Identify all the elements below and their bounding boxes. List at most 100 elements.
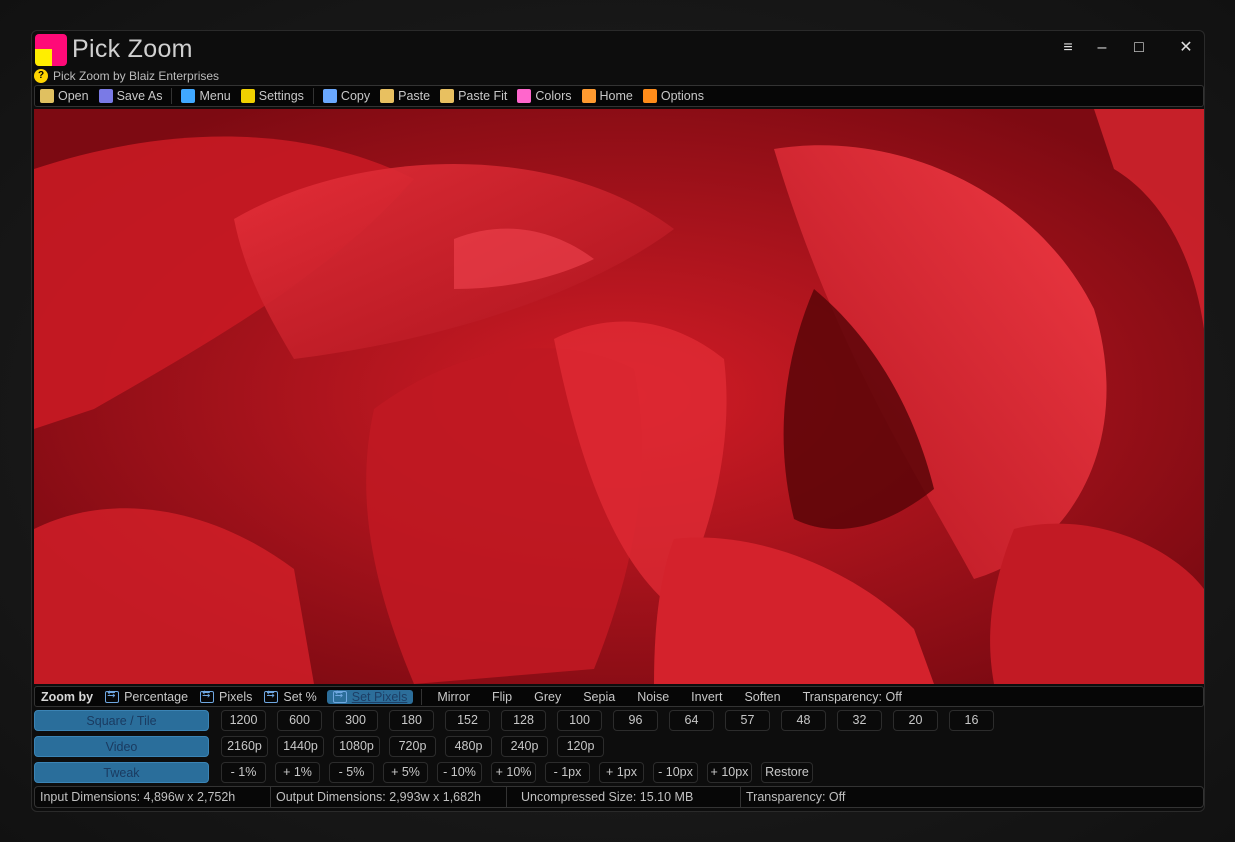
copy-label: Copy bbox=[340, 89, 371, 103]
tweak-label-button[interactable]: Tweak bbox=[34, 761, 209, 783]
main-toolbar: Open Save As Menu Settings Copy Paste Paste Fi… bbox=[34, 85, 1204, 107]
zoom-mode-label: Percentage bbox=[124, 689, 189, 704]
tweak-button[interactable]: - 5% bbox=[329, 761, 374, 783]
paste-icon bbox=[380, 89, 395, 103]
video-button[interactable]: 720p bbox=[389, 735, 436, 757]
colors-button[interactable]: Colors bbox=[512, 86, 576, 106]
square-tile-button[interactable]: 20 bbox=[893, 709, 938, 731]
square-tile-button[interactable]: 152 bbox=[445, 709, 490, 731]
tweak-button[interactable]: - 10% bbox=[437, 761, 482, 783]
effect-invert[interactable]: Invert bbox=[680, 690, 733, 704]
home-label: Home bbox=[599, 89, 633, 103]
uncompressed-size: Uncompressed Size: 15.10 MB bbox=[507, 787, 741, 807]
colors-label: Colors bbox=[535, 89, 572, 103]
square-tile-button[interactable]: 128 bbox=[501, 709, 546, 731]
square-tile-label-button[interactable]: Square / Tile bbox=[34, 709, 209, 731]
square-tile-button[interactable]: 180 bbox=[389, 709, 434, 731]
gear-icon bbox=[240, 89, 255, 103]
options-label: Options bbox=[660, 89, 704, 103]
options-icon bbox=[642, 89, 657, 103]
menu-label: Menu bbox=[199, 89, 231, 103]
swap-icon bbox=[105, 689, 120, 703]
tweak-button[interactable]: - 10px bbox=[653, 761, 698, 783]
window-menu-button[interactable]: ≡ bbox=[1052, 35, 1084, 61]
window-frame: Pick Zoom ≡ – □ ✕ ? Pick Zoom by Blaiz E… bbox=[0, 0, 1235, 842]
effect-noise[interactable]: Noise bbox=[626, 690, 680, 704]
video-label-button[interactable]: Video bbox=[34, 735, 209, 757]
square-tile-button[interactable]: 100 bbox=[557, 709, 602, 731]
effect-transparency-off[interactable]: Transparency: Off bbox=[792, 690, 913, 704]
zoom-mode-set-pixels[interactable]: Set Pixels bbox=[326, 689, 414, 704]
toolbar-separator bbox=[171, 88, 173, 104]
square-tile-button[interactable]: 1200 bbox=[221, 709, 266, 731]
tweak-button[interactable]: Restore bbox=[761, 761, 813, 783]
video-button[interactable]: 480p bbox=[445, 735, 492, 757]
minimize-button[interactable]: – bbox=[1086, 35, 1118, 61]
square-tile-button[interactable]: 57 bbox=[725, 709, 770, 731]
tweak-button[interactable]: - 1px bbox=[545, 761, 590, 783]
zoom-mode-percentage[interactable]: Percentage bbox=[99, 689, 194, 704]
copy-icon bbox=[322, 89, 337, 103]
transparency-status: Transparency: Off bbox=[746, 790, 846, 804]
video-button[interactable]: 2160p bbox=[221, 735, 268, 757]
tweak-button[interactable]: + 1px bbox=[599, 761, 644, 783]
zoom-mode-set-[interactable]: Set % bbox=[258, 689, 322, 704]
help-icon[interactable]: ? bbox=[34, 69, 48, 83]
square-tile-button[interactable]: 32 bbox=[837, 709, 882, 731]
effect-sepia[interactable]: Sepia bbox=[572, 690, 626, 704]
maximize-icon: □ bbox=[1134, 39, 1144, 56]
square-tile-button[interactable]: 96 bbox=[613, 709, 658, 731]
app-window: Pick Zoom ≡ – □ ✕ ? Pick Zoom by Blaiz E… bbox=[31, 30, 1205, 812]
save-as-button[interactable]: Save As bbox=[94, 86, 168, 106]
menu-icon bbox=[181, 89, 196, 103]
paste-button[interactable]: Paste bbox=[375, 86, 435, 106]
tweak-button[interactable]: + 10px bbox=[707, 761, 752, 783]
close-icon: ✕ bbox=[1179, 39, 1193, 56]
video-button[interactable]: 1080p bbox=[333, 735, 380, 757]
effect-mirror[interactable]: Mirror bbox=[426, 690, 481, 704]
folder-open-icon bbox=[40, 89, 54, 103]
menu-lines-icon: ≡ bbox=[1063, 39, 1073, 56]
output-dimensions: Output Dimensions: 2,993w x 1,682h bbox=[271, 787, 507, 807]
palette-icon bbox=[517, 89, 532, 103]
tweak-button[interactable]: + 10% bbox=[491, 761, 536, 783]
effect-grey[interactable]: Grey bbox=[523, 690, 572, 704]
copy-button[interactable]: Copy bbox=[318, 86, 375, 106]
zoom-by-label: Zoom by bbox=[41, 689, 94, 704]
settings-button[interactable]: Settings bbox=[236, 86, 309, 106]
square-tile-button[interactable]: 64 bbox=[669, 709, 714, 731]
square-tile-button[interactable]: 48 bbox=[781, 709, 826, 731]
effect-soften[interactable]: Soften bbox=[733, 690, 791, 704]
paste-fit-icon bbox=[440, 89, 455, 103]
home-button[interactable]: Home bbox=[577, 86, 638, 106]
paste-fit-button[interactable]: Paste Fit bbox=[435, 86, 512, 106]
tweak-button[interactable]: + 1% bbox=[275, 761, 320, 783]
video-button[interactable]: 1440p bbox=[277, 735, 324, 757]
swap-icon bbox=[264, 689, 279, 703]
input-dimensions: Input Dimensions: 4,896w x 2,752h bbox=[35, 787, 271, 807]
square-tile-button[interactable]: 16 bbox=[949, 709, 994, 731]
video-button[interactable]: 120p bbox=[557, 735, 604, 757]
effect-flip[interactable]: Flip bbox=[481, 690, 523, 704]
close-button[interactable]: ✕ bbox=[1170, 35, 1202, 61]
save-as-label: Save As bbox=[116, 89, 163, 103]
tweak-button[interactable]: + 5% bbox=[383, 761, 428, 783]
floppy-icon bbox=[98, 89, 113, 103]
zoom-mode-pixels[interactable]: Pixels bbox=[194, 689, 258, 704]
app-logo-icon bbox=[35, 34, 67, 66]
zoom-mode-label: Set % bbox=[283, 689, 317, 704]
square-tile-button[interactable]: 300 bbox=[333, 709, 378, 731]
video-button[interactable]: 240p bbox=[501, 735, 548, 757]
image-canvas[interactable] bbox=[34, 109, 1204, 684]
menu-button[interactable]: Menu bbox=[176, 86, 235, 106]
minimize-icon: – bbox=[1097, 39, 1107, 56]
row-tweak: Tweak - 1% + 1% - 5% + 5% - 10% + 10% - 1px + 1p… bbox=[34, 761, 1204, 783]
square-tile-button[interactable]: 600 bbox=[277, 709, 322, 731]
row-video: Video 2160p 1440p 1080p 720p 480p 240p 120p bbox=[34, 735, 1204, 757]
options-button[interactable]: Options bbox=[638, 86, 709, 106]
tweak-button[interactable]: - 1% bbox=[221, 761, 266, 783]
zoom-by-bar: Zoom by Percentage Pixels Set % Set Pixels M… bbox=[34, 686, 1204, 707]
open-button[interactable]: Open bbox=[35, 86, 94, 106]
open-label: Open bbox=[58, 89, 89, 103]
maximize-button[interactable]: □ bbox=[1123, 35, 1155, 61]
